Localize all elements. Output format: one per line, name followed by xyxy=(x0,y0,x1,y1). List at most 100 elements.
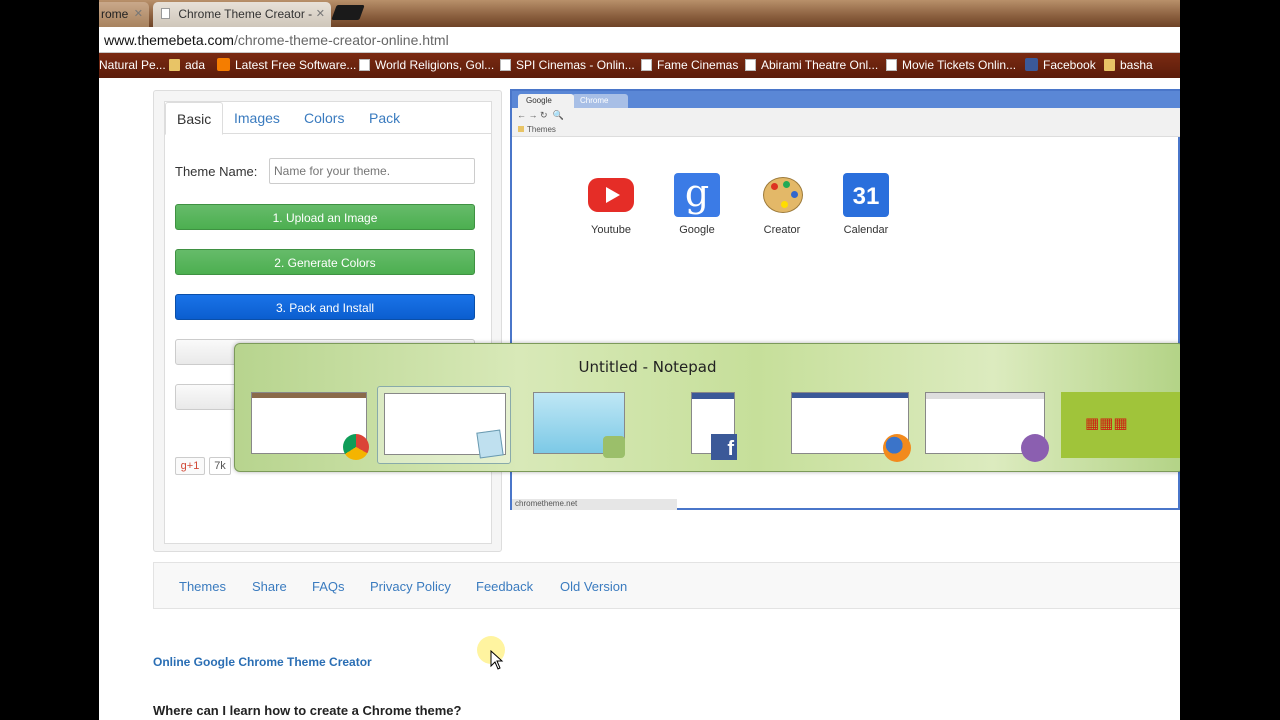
page-icon xyxy=(886,59,897,71)
bookmark-item[interactable]: Fame Cinemas xyxy=(641,58,738,72)
bookmark-item[interactable]: SPI Cinemas - Onlin... xyxy=(500,58,635,72)
thumb-firefox[interactable] xyxy=(791,392,911,462)
close-icon[interactable]: ✕ xyxy=(316,7,325,20)
thumb-facebook[interactable]: f xyxy=(691,392,739,462)
preview-toolbar: ← → ↻ 🔍 xyxy=(512,108,1180,125)
facebook-icon xyxy=(1025,58,1038,71)
page-icon xyxy=(161,8,170,19)
browser-window: rome ✕ Chrome Theme Creator - ✕ www.them… xyxy=(99,0,1180,720)
app-creator: Creator xyxy=(747,173,817,236)
bookmarks-bar: Natural Pe... ada Latest Free Software..… xyxy=(99,53,1180,78)
bookmark-item[interactable]: Natural Pe... xyxy=(99,58,166,72)
tab-strip: rome ✕ Chrome Theme Creator - ✕ xyxy=(99,0,1180,27)
bookmark-label: World Religions, Gol... xyxy=(375,58,495,72)
bookmark-label: Movie Tickets Onlin... xyxy=(902,58,1017,72)
theme-name-input[interactable] xyxy=(269,158,475,184)
notepad-icon xyxy=(476,429,504,459)
bookmark-label: ada xyxy=(185,58,206,72)
chrome-icon xyxy=(343,434,369,460)
bittorrent-icon xyxy=(1021,434,1049,462)
page-icon xyxy=(359,59,370,71)
thumb-chrome[interactable] xyxy=(251,392,369,462)
firefox-icon xyxy=(883,434,911,462)
google-plus-button[interactable]: g+1 xyxy=(175,457,205,475)
bookmark-item[interactable]: World Religions, Gol... xyxy=(359,58,494,72)
generate-colors-button[interactable]: 2. Generate Colors xyxy=(175,249,475,275)
nav-share[interactable]: Share xyxy=(252,579,287,594)
tab-basic[interactable]: Basic xyxy=(165,102,224,135)
preview-status: chrometheme.net xyxy=(512,499,677,510)
page-icon xyxy=(745,59,756,71)
new-tab-button[interactable] xyxy=(331,5,365,20)
nav-old-version[interactable]: Old Version xyxy=(560,579,627,594)
preview-tab-active: Google xyxy=(518,94,574,108)
switcher-title: Untitled - Notepad xyxy=(578,358,717,376)
bookmark-label: Fame Cinemas xyxy=(657,58,739,72)
thumb-art: ▦▦▦ xyxy=(1085,414,1128,432)
faq-question: Where can I learn how to create a Chrome… xyxy=(153,703,462,718)
google-plus-count: 7k xyxy=(209,457,231,475)
thumb-image[interactable]: ▦▦▦ xyxy=(1061,392,1180,462)
bookmark-label: SPI Cinemas - Onlin... xyxy=(516,58,635,72)
app-label: Calendar xyxy=(843,224,889,236)
nav-themes[interactable]: Themes xyxy=(179,579,226,594)
url-text[interactable]: www.themebeta.com/chrome-theme-creator-o… xyxy=(104,32,449,48)
calendar-icon: 31 xyxy=(843,173,889,217)
page-heading-link[interactable]: Online Google Chrome Theme Creator xyxy=(153,655,372,669)
tab-title: rome xyxy=(101,7,129,21)
browser-tab[interactable]: rome ✕ xyxy=(99,2,149,27)
app-google: g Google xyxy=(662,173,732,236)
app-youtube: Youtube xyxy=(576,173,646,236)
blogger-icon xyxy=(217,58,230,71)
footer-nav: Themes Share FAQs Privacy Policy Feedbac… xyxy=(153,562,1180,609)
bookmark-item[interactable]: Facebook xyxy=(1025,58,1096,72)
calendar-day: 31 xyxy=(852,183,880,210)
facebook-icon: f xyxy=(711,434,737,460)
google-icon: g xyxy=(674,173,720,217)
preview-bookmark: Themes xyxy=(527,125,556,134)
page-icon xyxy=(641,59,652,71)
creator-panel: Basic Images Colors Pack Theme Name: 1. … xyxy=(153,90,502,552)
folder-icon xyxy=(1104,59,1115,71)
upload-image-button[interactable]: 1. Upload an Image xyxy=(175,204,475,230)
url-path: /chrome-theme-creator-online.html xyxy=(233,32,449,48)
close-icon[interactable]: ✕ xyxy=(134,7,143,20)
address-bar[interactable]: www.themebeta.com/chrome-theme-creator-o… xyxy=(99,27,1180,53)
nav-privacy[interactable]: Privacy Policy xyxy=(370,579,451,594)
page-icon xyxy=(500,59,511,71)
browser-tab-active[interactable]: Chrome Theme Creator - ✕ xyxy=(153,2,331,27)
bookmark-label: Latest Free Software... xyxy=(235,58,357,72)
installer-icon xyxy=(603,436,625,458)
tab-title: Chrome Theme Creator - xyxy=(178,7,313,21)
theme-name-label: Theme Name: xyxy=(175,164,258,179)
pack-install-button[interactable]: 3. Pack and Install xyxy=(175,294,475,320)
app-label: Google xyxy=(679,224,715,236)
mouse-cursor-icon xyxy=(490,650,504,670)
bookmark-item[interactable]: Latest Free Software... xyxy=(217,58,356,72)
youtube-icon xyxy=(588,178,634,212)
preview-tab: Chrome xyxy=(572,94,628,108)
nav-faqs[interactable]: FAQs xyxy=(312,579,345,594)
thumb-media[interactable] xyxy=(533,392,627,462)
bookmark-label: Abirami Theatre Onl... xyxy=(761,58,879,72)
nav-feedback[interactable]: Feedback xyxy=(476,579,533,594)
bookmark-item[interactable]: ada xyxy=(169,58,205,72)
tab-pack[interactable]: Pack xyxy=(369,110,400,126)
bookmark-item[interactable]: Movie Tickets Onlin... xyxy=(886,58,1016,72)
bookmark-item[interactable]: Abirami Theatre Onl... xyxy=(745,58,878,72)
tab-colors[interactable]: Colors xyxy=(304,110,344,126)
tab-images[interactable]: Images xyxy=(234,110,280,126)
preview-tab-bar: Chrome Google xyxy=(512,91,1180,108)
thumb-browser[interactable] xyxy=(925,392,1049,462)
bookmark-item[interactable]: basha xyxy=(1104,58,1153,72)
bookmark-label: Natural Pe... xyxy=(99,58,166,72)
window-switcher: Untitled - Notepad f ▦▦▦ xyxy=(234,343,1180,472)
folder-icon xyxy=(169,59,180,71)
palette-icon xyxy=(759,173,805,217)
creator-tabs: Basic Images Colors Pack xyxy=(165,102,491,135)
creator-form: Basic Images Colors Pack Theme Name: 1. … xyxy=(164,101,492,544)
bookmark-label: Facebook xyxy=(1043,58,1096,72)
nav-arrows-icon: ← → ↻ 🔍 xyxy=(517,110,564,120)
url-host: www.themebeta.com xyxy=(104,32,234,48)
thumb-notepad[interactable] xyxy=(377,386,511,464)
